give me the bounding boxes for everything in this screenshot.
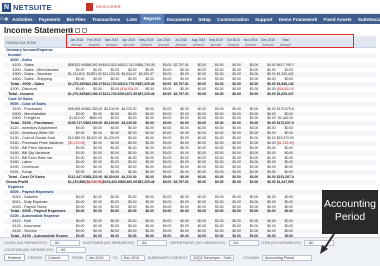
nav-item-customization[interactable]: Customization bbox=[214, 17, 252, 22]
table-cell[interactable]: $111,723.92 bbox=[103, 92, 120, 97]
table-cell[interactable]: ($6,036.53) bbox=[85, 180, 102, 185]
table-cell[interactable]: $0.00 bbox=[103, 209, 120, 214]
to-select[interactable]: Dec 2015 bbox=[120, 254, 145, 261]
filter-label: LOCATION (NO HIERARCHY) bbox=[4, 248, 54, 252]
from-select[interactable]: Jan 2015 bbox=[85, 254, 110, 261]
table-cell[interactable]: $90,651.59 bbox=[120, 180, 137, 185]
nav-item-support[interactable]: Support bbox=[252, 17, 276, 22]
nav-item-payments[interactable]: Payments bbox=[36, 17, 64, 22]
table-cell[interactable]: $0.00 bbox=[190, 92, 207, 97]
period-columns-highlight bbox=[66, 34, 354, 48]
table-cell[interactable]: $0.00 bbox=[225, 92, 242, 97]
filter-select[interactable]: - All - bbox=[49, 240, 80, 246]
nav-items: Activities Payments Bio Files Transactions L… bbox=[9, 14, 380, 24]
nav-item-setup[interactable]: Setup bbox=[195, 17, 214, 22]
table-cell[interactable]: $0.00 bbox=[225, 209, 242, 214]
company-logo-icon bbox=[86, 3, 93, 11]
company-name: DEVELOPER bbox=[96, 4, 121, 9]
table-cell[interactable]: $0.00 bbox=[225, 180, 242, 185]
table-cell[interactable]: $0.00 bbox=[68, 209, 85, 214]
corner-label: FINANCIAL ROW bbox=[6, 41, 37, 45]
filter-row-3: Refresh PERIOD Custom FROM Jan 2015 TO D… bbox=[4, 254, 312, 261]
report-toolbar bbox=[68, 28, 87, 33]
page-title: Income Statement bbox=[4, 26, 73, 35]
period-select[interactable]: Custom bbox=[45, 254, 70, 261]
table-cell[interactable]: $94,871.59 bbox=[120, 92, 137, 97]
table-cell[interactable]: $62,283.47 bbox=[85, 92, 102, 97]
table-cell[interactable]: $0.00 bbox=[138, 209, 155, 214]
nav-item-transactions[interactable]: Transactions bbox=[89, 17, 124, 22]
export-icon[interactable] bbox=[75, 28, 80, 33]
filter-label: ITEM (NO HIERARCHY) bbox=[261, 241, 302, 245]
table-cell[interactable]: $0.00 bbox=[155, 180, 172, 185]
table-cell[interactable]: $1,437,950.43 bbox=[277, 180, 294, 185]
refresh-button[interactable]: Refresh bbox=[4, 254, 26, 261]
filter-label: DEPARTMENT (NO HIERARCHY) bbox=[170, 241, 226, 245]
filter-select[interactable]: - All - bbox=[56, 247, 87, 253]
table-cell[interactable]: $0.00 bbox=[242, 180, 259, 185]
table-cell[interactable]: $0.00 bbox=[120, 209, 137, 214]
main-nav: ⌂ ★ Activities Payments Bio Files Transacti… bbox=[0, 14, 380, 24]
table-cell[interactable]: $0.00 bbox=[155, 92, 172, 97]
nav-item-bio-files[interactable]: Bio Files bbox=[64, 17, 89, 22]
table-cell[interactable]: $1,270,335.48 bbox=[68, 92, 85, 97]
table-cell[interactable]: $105,423.92 bbox=[103, 180, 120, 185]
table-cell[interactable]: $0.00 bbox=[207, 92, 224, 97]
table-cell[interactable]: $0.00 bbox=[207, 180, 224, 185]
table-cell[interactable]: $0.00 bbox=[242, 209, 259, 214]
period-label: PERIOD bbox=[28, 255, 43, 260]
filter-select[interactable]: - All - bbox=[228, 240, 259, 246]
table-cell[interactable]: $0.00 bbox=[259, 180, 276, 185]
filter-row-1: CLASS (NO HIERARCHY) - All - CUSTOMER (NO … bbox=[4, 240, 335, 246]
top-header: N NETSUITE DEVELOPER bbox=[0, 0, 380, 14]
table-cell[interactable]: $0.00 bbox=[259, 92, 276, 97]
filter-select[interactable]: - All - bbox=[137, 240, 168, 246]
nav-item-documents[interactable]: Documents bbox=[164, 17, 195, 22]
table-cell[interactable]: $0.00 bbox=[85, 209, 102, 214]
subsidiary-select[interactable]: AZQ2 Developer - Sub1 bbox=[190, 254, 235, 261]
filter-bar: CLASS (NO HIERARCHY) - All - CUSTOMER (NO … bbox=[0, 237, 380, 266]
report-body: Ordinary Income/Expense Income 4000 - Sa… bbox=[4, 48, 376, 237]
email-icon[interactable] bbox=[82, 28, 87, 33]
netsuite-logo[interactable]: N NETSUITE bbox=[2, 2, 52, 12]
column-label: COLUMN bbox=[243, 255, 259, 260]
table-cell[interactable]: $0.00 bbox=[155, 209, 172, 214]
logo-text: NETSUITE bbox=[13, 2, 52, 12]
table-cell[interactable]: $1,157,888.48 bbox=[68, 180, 85, 185]
table-cell[interactable]: $0.00 bbox=[277, 209, 294, 214]
table-cell[interactable]: $87,225.46 bbox=[138, 180, 155, 185]
table-cell[interactable]: $1,629,237.43 bbox=[277, 92, 294, 97]
nav-item-reports[interactable]: Reports bbox=[140, 14, 164, 24]
filter-select[interactable]: - All - bbox=[304, 240, 335, 246]
filter-label: CUSTOMER (NO HIERARCHY) bbox=[82, 241, 135, 245]
filter-label: CLASS (NO HIERARCHY) bbox=[4, 241, 47, 245]
report-table: FINANCIAL ROW Jan 2015 Amount Feb 2015 Amou… bbox=[4, 38, 376, 237]
column-select[interactable]: Accounting Period bbox=[262, 254, 312, 261]
callout-line-2: Period bbox=[334, 210, 366, 223]
table-cell[interactable]: $87,225.46 bbox=[138, 92, 155, 97]
from-label: FROM bbox=[72, 255, 83, 260]
callout-line-1: Accounting bbox=[324, 198, 376, 210]
table-cell[interactable]: $2,797.51 bbox=[172, 180, 189, 185]
table-cell[interactable]: $2,797.51 bbox=[172, 92, 189, 97]
logo-mark: N bbox=[2, 2, 11, 12]
nav-item-lists[interactable]: Lists bbox=[123, 17, 140, 22]
nav-item-activities[interactable]: Activities bbox=[9, 17, 36, 22]
nav-item-suitesocial[interactable]: SuiteSocial bbox=[355, 17, 380, 22]
filter-row-2: LOCATION (NO HIERARCHY) - All - bbox=[4, 247, 87, 253]
subsidiary-label: SUBSIDIARY CONTEXT bbox=[147, 255, 188, 260]
nav-item-demo-framework[interactable]: Demo Framework bbox=[276, 17, 321, 22]
table-cell[interactable]: $0.00 bbox=[259, 209, 276, 214]
table-cell[interactable]: $0.00 bbox=[190, 180, 207, 185]
nav-item-fixed-assets[interactable]: Fixed Assets bbox=[320, 17, 354, 22]
to-label: TO bbox=[112, 255, 118, 260]
print-icon[interactable] bbox=[68, 28, 73, 33]
table-cell[interactable]: $0.00 bbox=[242, 92, 259, 97]
table-cell[interactable]: $0.00 bbox=[190, 209, 207, 214]
table-cell[interactable]: $0.00 bbox=[172, 209, 189, 214]
accounting-period-callout: Accounting Period bbox=[322, 190, 378, 234]
table-cell[interactable]: $0.00 bbox=[207, 209, 224, 214]
